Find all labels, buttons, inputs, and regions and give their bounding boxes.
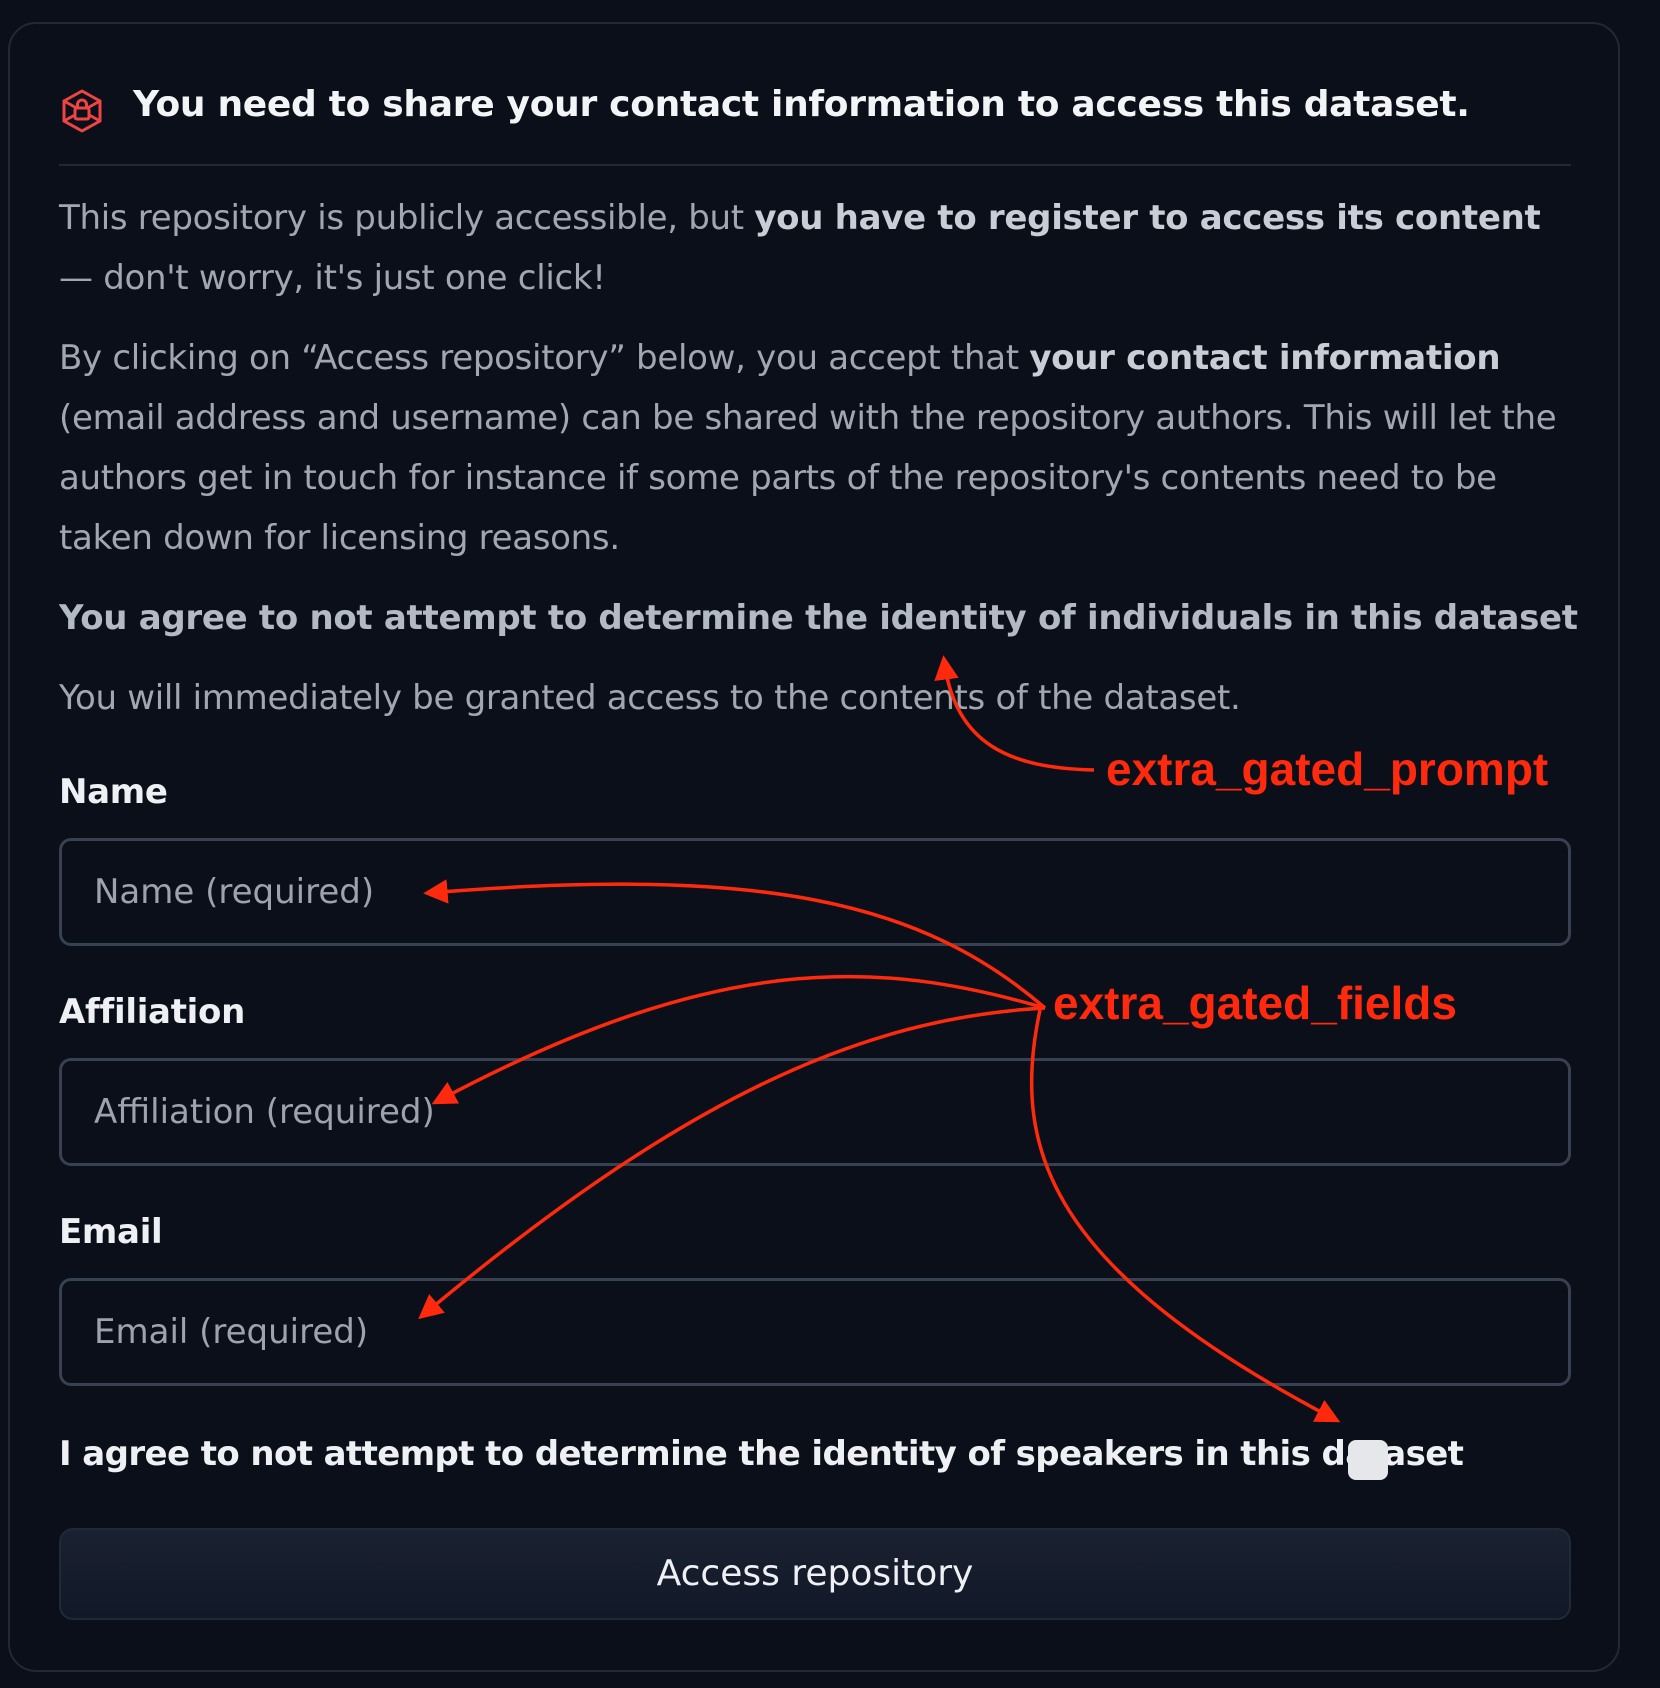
name-label: Name: [59, 772, 168, 812]
email-field[interactable]: [59, 1278, 1571, 1386]
access-notice: You will immediately be granted access t…: [59, 678, 1241, 718]
annotation-extra-gated-fields: extra_gated_fields: [1053, 977, 1457, 1029]
lock-icon: [59, 88, 105, 134]
intro-paragraph-register: This repository is publicly accessible, …: [59, 188, 1579, 308]
consent-emphasis: your contact information: [1029, 338, 1501, 378]
affiliation-label: Affiliation: [59, 992, 245, 1032]
page-title: You need to share your contact informati…: [133, 84, 1470, 125]
email-label: Email: [59, 1212, 163, 1252]
gated-prompt-text: You agree to not attempt to determine th…: [59, 598, 1578, 638]
intro-text: — don't worry, it's just one click!: [59, 258, 606, 298]
affiliation-field[interactable]: [59, 1058, 1571, 1166]
consent-text: By clicking on “Access repository” below…: [59, 338, 1030, 378]
annotation-extra-gated-prompt: extra_gated_prompt: [1106, 743, 1549, 795]
access-repository-button[interactable]: Access repository: [59, 1528, 1571, 1620]
intro-emphasis: you have to register to access its conte…: [754, 198, 1541, 238]
card-header: You need to share your contact informati…: [59, 80, 1571, 166]
intro-text: This repository is publicly accessible, …: [59, 198, 755, 238]
intro-paragraph-consent: By clicking on “Access repository” below…: [59, 328, 1579, 568]
agree-label: I agree to not attempt to determine the …: [59, 1434, 1464, 1474]
name-field[interactable]: [59, 838, 1571, 946]
agree-checkbox[interactable]: [1348, 1440, 1388, 1480]
consent-text: (email address and username) can be shar…: [59, 398, 1557, 558]
